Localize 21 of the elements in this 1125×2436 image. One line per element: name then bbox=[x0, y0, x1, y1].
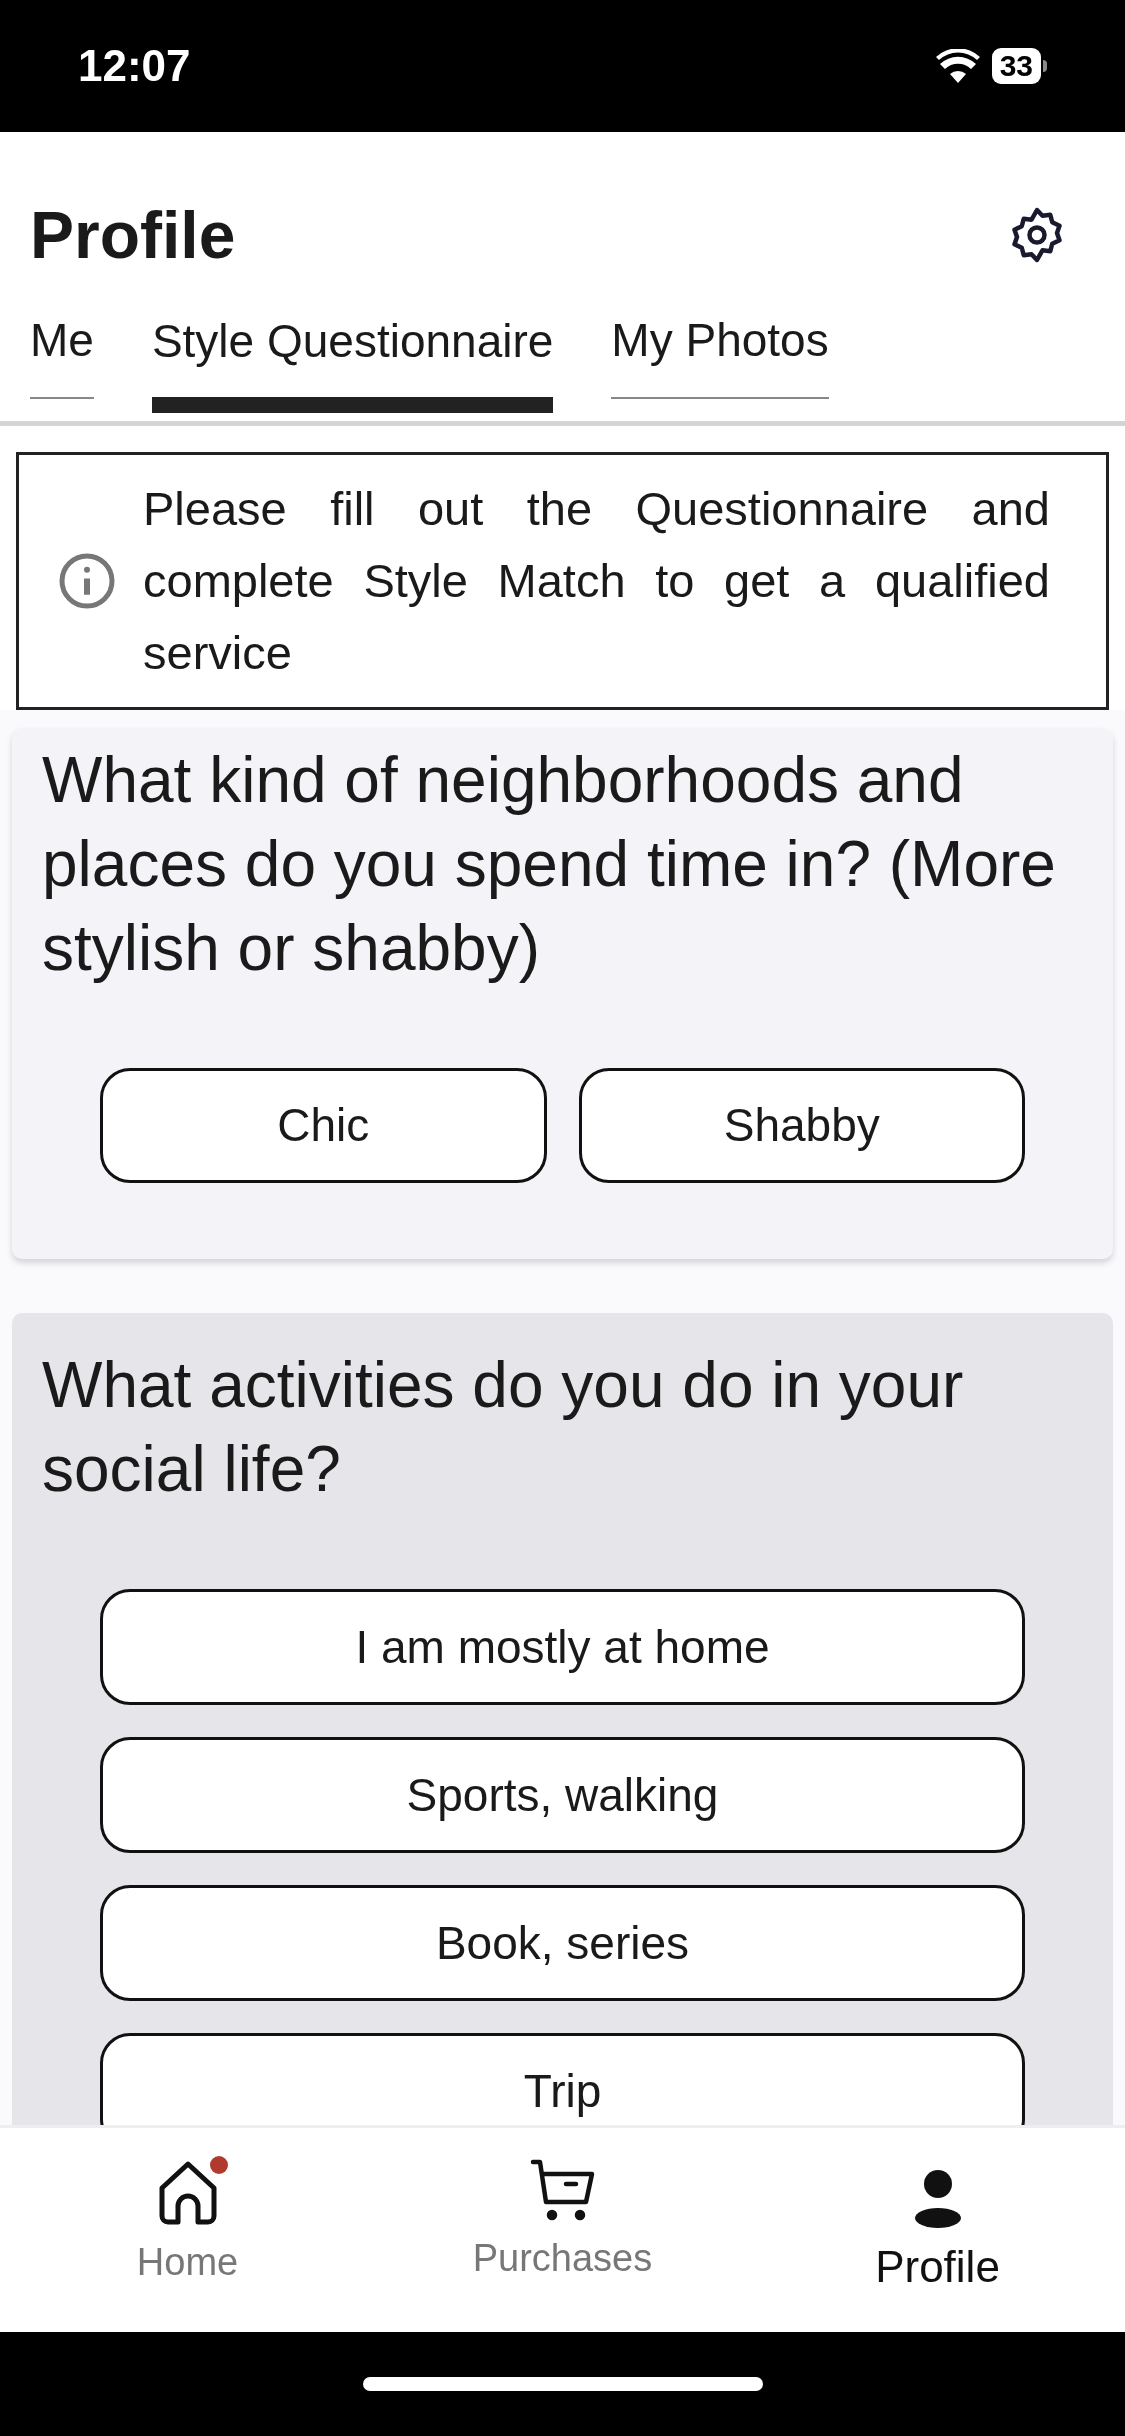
option-button[interactable]: Sports, walking bbox=[100, 1737, 1025, 1853]
tab[interactable]: Style Questionnaire bbox=[151, 298, 554, 413]
notice-text: Please fill out the Questionnaire and complete Style Match to get a qualified service bbox=[143, 481, 1050, 681]
option-button[interactable]: Trip bbox=[100, 2033, 1025, 2125]
question-text: What activities do you do in your social life? bbox=[42, 1348, 965, 1507]
page-title: Profile bbox=[30, 202, 236, 268]
question-text: What kind of neighborhoods and places do you spend time in? (More stylish or shabby) bbox=[42, 743, 1057, 986]
tab[interactable]: My Photos bbox=[611, 298, 829, 399]
option-button[interactable]: Shabby bbox=[578, 1068, 1025, 1183]
tab[interactable]: Me bbox=[30, 298, 94, 399]
nav-item[interactable]: Home bbox=[0, 2128, 375, 2332]
status-time: 12:07 bbox=[78, 40, 191, 92]
wifi-icon bbox=[935, 49, 980, 83]
option-button[interactable]: Chic bbox=[100, 1068, 547, 1183]
info-icon bbox=[57, 551, 117, 611]
option-button[interactable]: I am mostly at home bbox=[100, 1589, 1025, 1705]
cart-icon bbox=[529, 2158, 596, 2222]
nav-item[interactable]: Profile bbox=[750, 2128, 1125, 2332]
person-icon bbox=[913, 2168, 962, 2228]
nav-item[interactable]: Purchases bbox=[375, 2128, 750, 2332]
option-button[interactable]: Book, series bbox=[100, 1885, 1025, 2001]
